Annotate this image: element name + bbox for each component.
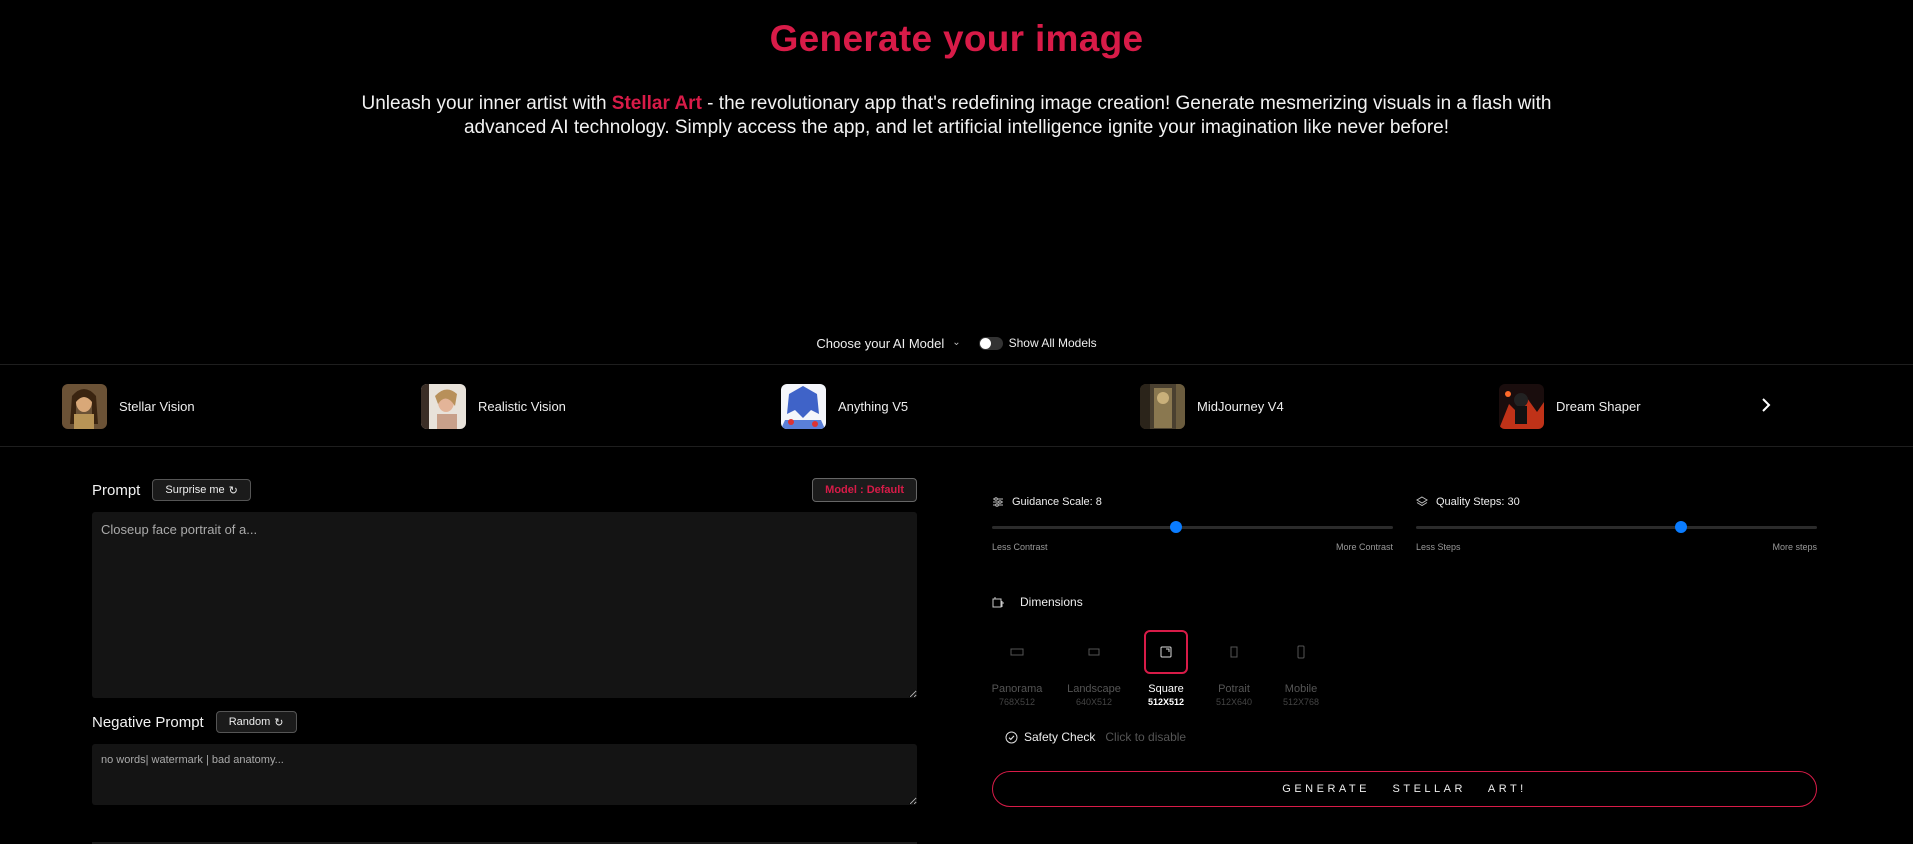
choose-model-label: Choose your AI Model: [816, 335, 945, 351]
random-button[interactable]: Random ↻: [215, 711, 297, 733]
guidance-scale-control: Guidance Scale: 8 Less Contrast More Con…: [992, 495, 1393, 552]
check-circle-icon: [1005, 731, 1018, 743]
intro-text: Unleash your inner artist with Stellar A…: [330, 92, 1583, 140]
prompt-label-row: Prompt Surprise me ↻ Model : Default: [92, 478, 917, 502]
intro-before: Unleash your inner artist with: [361, 93, 612, 114]
quality-steps-slider[interactable]: [1416, 521, 1817, 533]
dimension-size: 768X512: [998, 697, 1036, 707]
model-thumbnail: [1499, 384, 1544, 429]
model-name: Realistic Vision: [478, 399, 566, 414]
dimension-name: Landscape: [1067, 683, 1121, 695]
model-name: Anything V5: [838, 399, 909, 414]
quality-max-label: More steps: [1772, 542, 1817, 552]
generate-button[interactable]: GENERATE STELLAR ART!: [992, 771, 1817, 807]
dimension-box: [1279, 630, 1323, 674]
dimension-size: 512X640: [1215, 697, 1253, 707]
mobile-icon: [1297, 645, 1305, 659]
dimension-name: Potrait: [1218, 683, 1250, 695]
brand-name: Stellar Art: [611, 93, 702, 114]
model-thumbnail: [421, 384, 466, 429]
safety-check-label: Safety Check: [1024, 730, 1096, 744]
guidance-scale-slider[interactable]: [992, 521, 1393, 533]
safety-check-toggle[interactable]: Safety Check Click to disable: [1005, 730, 1186, 744]
dimension-option-potrait[interactable]: Potrait 512X640: [1204, 630, 1264, 707]
model-card-stellar-vision[interactable]: Stellar Vision: [62, 384, 195, 429]
safety-check-hint: Click to disable: [1105, 730, 1187, 744]
show-all-models-toggle[interactable]: Show All Models: [978, 336, 1097, 350]
guidance-scale-label: Guidance Scale: 8: [1012, 496, 1102, 508]
dimension-option-square[interactable]: Square 512X512: [1136, 630, 1196, 707]
surprise-me-button[interactable]: Surprise me ↻: [152, 479, 251, 501]
negative-prompt-label-row: Negative Prompt Random ↻: [92, 710, 917, 734]
model-badge: Model : Default: [812, 478, 917, 502]
surprise-me-label: Surprise me: [165, 484, 225, 496]
guidance-min-label: Less Contrast: [992, 542, 1048, 552]
refresh-icon: ↻: [274, 716, 284, 729]
model-carousel: Stellar Vision Realistic Vision Anything…: [0, 364, 1913, 447]
crop-icon: [992, 596, 1004, 607]
dimension-size: 512X512: [1147, 697, 1185, 707]
model-card-midjourney-v4[interactable]: MidJourney V4: [1140, 384, 1284, 429]
slider-thumb[interactable]: [1170, 521, 1183, 533]
dimension-option-panorama[interactable]: Panorama 768X512: [987, 630, 1047, 707]
toggle-knob: [979, 337, 991, 349]
model-chooser-bar: Choose your AI Model ⌄ Show All Models: [0, 334, 1913, 352]
quality-steps-control: Quality Steps: 30 Less Steps More steps: [1416, 495, 1817, 552]
prompt-label: Prompt: [92, 481, 141, 499]
quality-steps-label: Quality Steps: 30: [1436, 496, 1520, 508]
quality-steps-header: Quality Steps: 30: [1416, 495, 1817, 509]
layers-icon: [1416, 496, 1428, 507]
dimension-name: Square: [1148, 683, 1184, 695]
page: Generate your image Unleash your inner a…: [0, 0, 1913, 844]
dimensions-label: Dimensions: [1020, 595, 1083, 609]
prompt-panel: Prompt Surprise me ↻ Model : Default Neg…: [92, 478, 917, 805]
dimension-name: Mobile: [1284, 683, 1318, 695]
landscape-icon: [1088, 648, 1100, 656]
model-name: Dream Shaper: [1556, 399, 1641, 414]
model-card-realistic-vision[interactable]: Realistic Vision: [421, 384, 566, 429]
chevron-right-icon: [1762, 398, 1771, 412]
dimension-size: 640X512: [1075, 697, 1113, 707]
show-all-models-label: Show All Models: [1008, 336, 1097, 350]
panorama-icon: [1010, 648, 1024, 656]
dimension-box: [995, 630, 1039, 674]
refresh-icon: ↻: [228, 484, 238, 497]
model-name: MidJourney V4: [1197, 399, 1284, 414]
dimensions-header: Dimensions: [992, 595, 1083, 609]
choose-model-dropdown[interactable]: Choose your AI Model ⌄: [816, 336, 960, 351]
negative-prompt-label: Negative Prompt: [92, 713, 204, 731]
portrait-icon: [1230, 646, 1238, 658]
model-thumbnail: [781, 384, 826, 429]
toggle-switch[interactable]: [978, 336, 1003, 350]
dimension-box-selected: [1144, 630, 1188, 674]
dimension-size: 512X768: [1282, 697, 1320, 707]
dimension-name: Panorama: [991, 683, 1043, 695]
chevron-down-icon: ⌄: [952, 336, 961, 348]
model-card-anything-v5[interactable]: Anything V5: [781, 384, 908, 429]
model-name: Stellar Vision: [119, 399, 195, 414]
dimension-box: [1072, 630, 1116, 674]
negative-prompt-input[interactable]: [92, 744, 917, 805]
model-card-dream-shaper[interactable]: Dream Shaper: [1499, 384, 1641, 429]
guidance-scale-header: Guidance Scale: 8: [992, 495, 1393, 509]
dimension-option-mobile[interactable]: Mobile 512X768: [1271, 630, 1331, 707]
random-label: Random: [228, 716, 271, 728]
model-thumbnail: [1140, 384, 1185, 429]
slider-thumb[interactable]: [1674, 521, 1687, 533]
guidance-scale-range-labels: Less Contrast More Contrast: [992, 542, 1393, 552]
square-icon: [1160, 646, 1172, 658]
quality-steps-range-labels: Less Steps More steps: [1416, 542, 1817, 552]
dimension-box: [1212, 630, 1256, 674]
carousel-next-button[interactable]: [1754, 393, 1778, 417]
sliders-icon: [993, 497, 1003, 507]
guidance-max-label: More Contrast: [1335, 542, 1393, 552]
model-thumbnail: [62, 384, 107, 429]
quality-min-label: Less Steps: [1416, 542, 1461, 552]
dimension-option-landscape[interactable]: Landscape 640X512: [1064, 630, 1124, 707]
page-title: Generate your image: [769, 18, 1144, 59]
prompt-input[interactable]: [92, 512, 917, 698]
